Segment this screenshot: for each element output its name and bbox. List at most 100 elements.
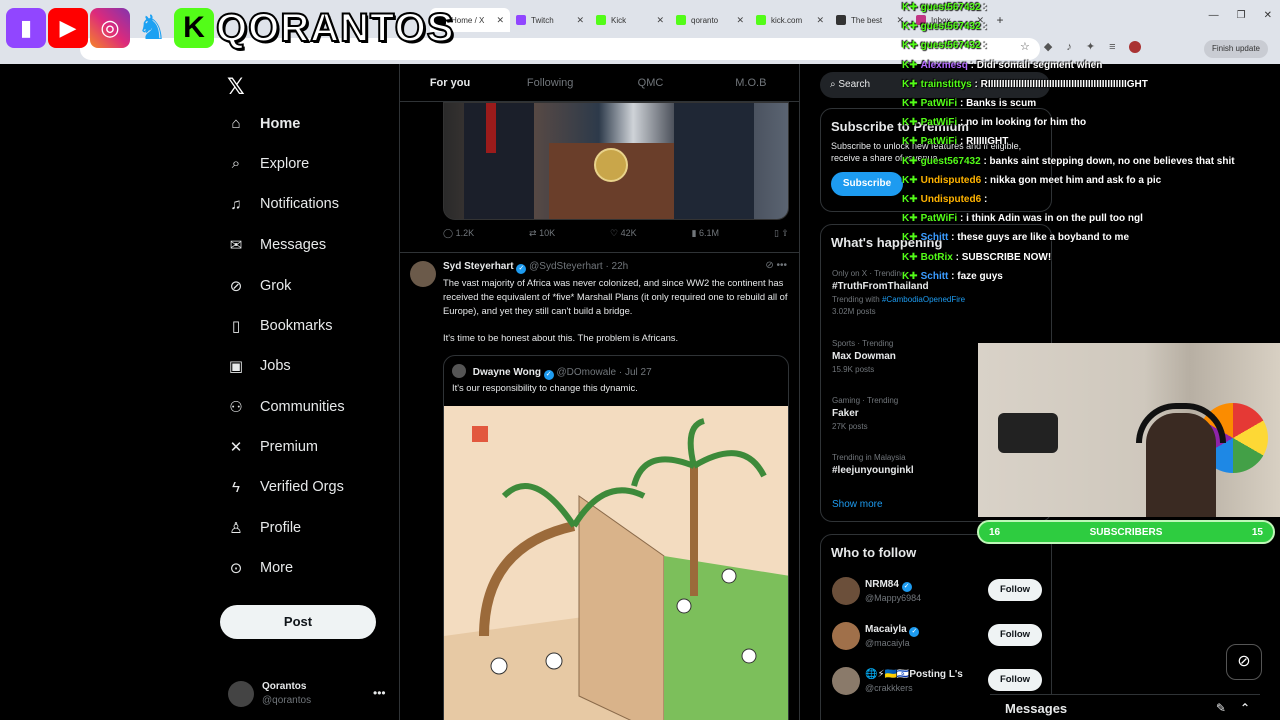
verified-badge-icon: ✓ <box>909 627 920 637</box>
nav-item-profile[interactable]: ♙ Profile <box>226 519 301 537</box>
avatar[interactable] <box>410 261 436 287</box>
chat-message: K✚ PatWiFi : RIIIIIGHT <box>902 136 1008 147</box>
verified-badge-icon: ✓ <box>901 582 912 592</box>
views-button[interactable]: ▮ 6.1M <box>692 228 719 239</box>
browser-tab[interactable]: Twitch ✕ <box>510 8 590 32</box>
menu-lines-icon[interactable]: ≡ <box>1109 41 1115 53</box>
new-tab-icon[interactable]: + <box>990 8 1010 32</box>
favicon-icon <box>756 15 766 25</box>
tweet-time[interactable]: · 22h <box>605 261 628 272</box>
chat-text: : <box>983 21 987 33</box>
stream-banner: ▮ ▶ ◎ ♞ K QORANTOS <box>6 4 454 52</box>
minimize-icon[interactable]: — <box>1209 10 1219 21</box>
close-tab-icon[interactable]: ✕ <box>736 15 744 26</box>
follow-button[interactable]: Follow <box>988 579 1042 601</box>
chat-text: : <box>983 40 987 52</box>
show-more-link[interactable]: Show more <box>832 499 883 510</box>
nav-item-messages[interactable]: ✉ Messages <box>226 236 326 254</box>
tab-bar: Home / X ✕ Twitch ✕ Kick ✕ qoranto ✕ kick.com ✕ Th… <box>430 8 1280 32</box>
chat-username: guest567432 <box>920 2 981 13</box>
finish-update-button[interactable]: Finish update <box>1203 40 1268 58</box>
close-tab-icon[interactable]: ✕ <box>496 15 504 26</box>
nav-item-verified-orgs[interactable]: ϟ Verified Orgs <box>226 479 344 496</box>
sub-label: SUBSCRIBERS <box>1089 526 1163 538</box>
trend-sub: Trending with <box>832 295 880 304</box>
repost-button[interactable]: ⇄ 10K <box>529 228 555 239</box>
nav-item-jobs[interactable]: ▣ Jobs <box>226 357 291 375</box>
chevron-up-icon[interactable]: ⌃ <box>1240 701 1250 715</box>
restore-icon[interactable]: ❐ <box>1237 10 1246 21</box>
compose-message-icon[interactable]: ✎ <box>1216 701 1226 715</box>
trend-name: #TruthFromThailand <box>832 281 929 292</box>
browser-tab[interactable]: Kick ✕ <box>590 8 670 32</box>
twitter-bird-icon: ♞ <box>136 9 168 47</box>
reply-button[interactable]: ◯ 1.2K <box>443 228 474 239</box>
messages-title: Messages <box>1005 701 1068 716</box>
browser-tab[interactable]: qoranto ✕ <box>670 8 750 32</box>
extension-icon[interactable]: ◆ <box>1044 40 1052 53</box>
account-switcher[interactable]: Qorantos @qorantos <box>228 680 311 708</box>
tweet-more-icon[interactable]: ⊘ ••• <box>765 260 787 271</box>
nav-item-label: Premium <box>260 439 319 456</box>
tweet-author-name[interactable]: Syd Steyerhart <box>443 261 514 272</box>
trend-link[interactable]: #CambodiaOpenedFire <box>882 295 965 304</box>
media-icon[interactable]: ♪ <box>1066 41 1072 53</box>
chat-text: : SUBSCRIBE NOW! <box>955 251 1052 263</box>
grok-button-icon[interactable]: ⊘ <box>1226 644 1262 680</box>
post-button[interactable]: Post <box>220 605 376 639</box>
tab-for-you[interactable]: For you <box>400 64 500 101</box>
quote-time: · Jul 27 <box>618 367 652 378</box>
close-tab-icon[interactable]: ✕ <box>816 15 824 26</box>
browser-tab[interactable]: kick.com ✕ <box>750 8 830 32</box>
lightning-icon: ϟ <box>232 478 240 496</box>
tweet-author-handle[interactable]: @SydSteyerhart <box>529 261 603 272</box>
tab-following[interactable]: Following <box>500 64 600 101</box>
follow-suggestion[interactable]: NRM84 ✓ @Mappy6984 Follow <box>832 577 1042 607</box>
x-logo-icon[interactable]: 𝕏 <box>227 74 245 100</box>
nav-item-explore[interactable]: ⌕ Explore <box>226 155 309 172</box>
star-icon[interactable]: ☆ <box>1020 40 1030 53</box>
home-icon: ⌂ <box>231 115 241 132</box>
tweet-text: The vast majority of Africa was never co… <box>443 277 788 316</box>
subscribe-button[interactable]: Subscribe <box>831 172 903 196</box>
nav-item-bookmarks[interactable]: ▯ Bookmarks <box>226 317 333 335</box>
close-tab-icon[interactable]: ✕ <box>576 15 584 26</box>
tweet-photo[interactable] <box>443 102 789 220</box>
more-circle-icon: ⊙ <box>229 560 243 578</box>
browser-profile-avatar[interactable] <box>1129 40 1142 53</box>
follow-button[interactable]: Follow <box>988 669 1042 691</box>
chat-text: : banks aint stepping down, no one belie… <box>983 155 1235 167</box>
tab-qmc[interactable]: QMC <box>600 64 700 101</box>
microphone-icon <box>998 413 1058 453</box>
nav-item-premium[interactable]: ✕ Premium <box>226 438 318 456</box>
quoted-tweet[interactable]: Dwayne Wong ✓ @DOmowale · Jul 27 It's ou… <box>443 355 789 720</box>
chat-message: K✚ PatWiFi : Banks is scum <box>902 98 1036 109</box>
bookmark-tweet-icon[interactable]: ▯ ⇧ <box>774 228 789 239</box>
follow-suggestion[interactable]: 🌐⚡🇺🇦🇮🇱Posting L's @crakkkers Follow <box>832 667 1042 697</box>
like-button[interactable]: ♡ 42K <box>610 228 637 239</box>
follow-button[interactable]: Follow <box>988 624 1042 646</box>
bell-icon: ♫ <box>230 195 242 213</box>
nav-item-notifications[interactable]: ♫ Notifications <box>226 196 339 213</box>
nav-item-grok[interactable]: ⊘ Grok <box>226 277 292 295</box>
chat-badge-icon: K✚ <box>902 98 918 109</box>
browser-tab-label: Twitch <box>531 15 554 25</box>
follow-suggestion[interactable]: Macaiyla ✓ @macaiyla Follow <box>832 622 1042 652</box>
close-tab-icon[interactable]: ✕ <box>656 15 664 26</box>
favicon-icon <box>596 15 606 25</box>
messages-drawer[interactable]: Messages ✎ ⌃ <box>990 694 1260 720</box>
nav-item-more[interactable]: ⊙ More <box>226 559 293 577</box>
puzzle-icon[interactable]: ✦ <box>1086 40 1095 53</box>
chat-message: K✚ trainstittys : RIIIIIIIIIIIIIIIIIIIIII… <box>902 79 1148 90</box>
nav-item-home[interactable]: ⌂ Home <box>226 115 300 132</box>
close-window-icon[interactable]: ✕ <box>1264 10 1272 21</box>
person-icon: ♙ <box>229 520 243 537</box>
nav-item-communities[interactable]: ⚇ Communities <box>226 398 344 416</box>
browser-tab[interactable]: The best ✕ <box>830 8 910 32</box>
browser-tab-label: kick.com <box>771 15 803 25</box>
account-name: Qorantos <box>262 681 307 692</box>
tweet-header: Syd Steyerhart ✓ @SydSteyerhart · 22h <box>443 261 789 274</box>
chat-username: Schitt <box>920 232 949 244</box>
tab-mob[interactable]: M.O.B <box>701 64 799 101</box>
more-dots-icon[interactable]: ••• <box>373 686 386 700</box>
